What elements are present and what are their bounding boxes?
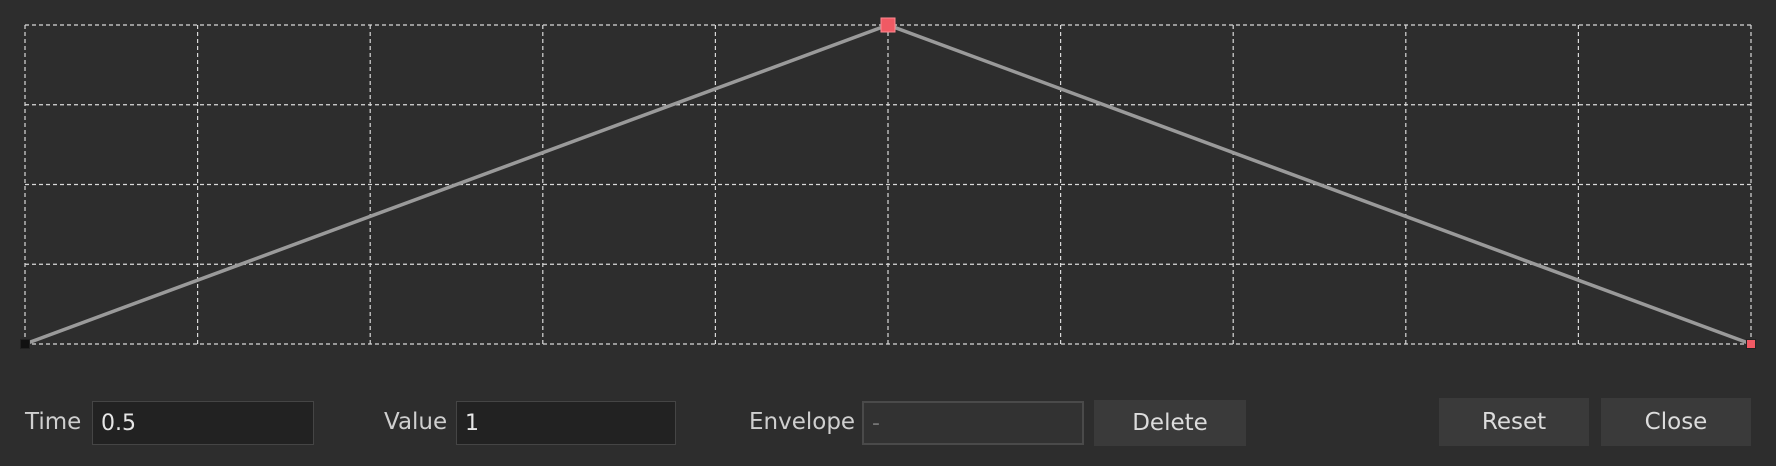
envelope-point[interactable] (20, 339, 30, 349)
envelope-label: Envelope (749, 409, 856, 435)
value-input[interactable] (456, 401, 676, 445)
value-label: Value (384, 409, 448, 435)
envelope-point[interactable] (880, 17, 896, 33)
envelope-graph[interactable] (0, 0, 1776, 366)
envelope-editor-dialog: Time Value Envelope Delete Reset Close (0, 0, 1776, 466)
envelope-point[interactable] (1746, 339, 1756, 349)
close-button[interactable]: Close (1601, 398, 1751, 446)
envelope-input[interactable] (862, 401, 1084, 445)
time-label: Time (25, 409, 82, 435)
time-input[interactable] (92, 401, 314, 445)
delete-button[interactable]: Delete (1094, 400, 1246, 446)
reset-button[interactable]: Reset (1439, 398, 1589, 446)
